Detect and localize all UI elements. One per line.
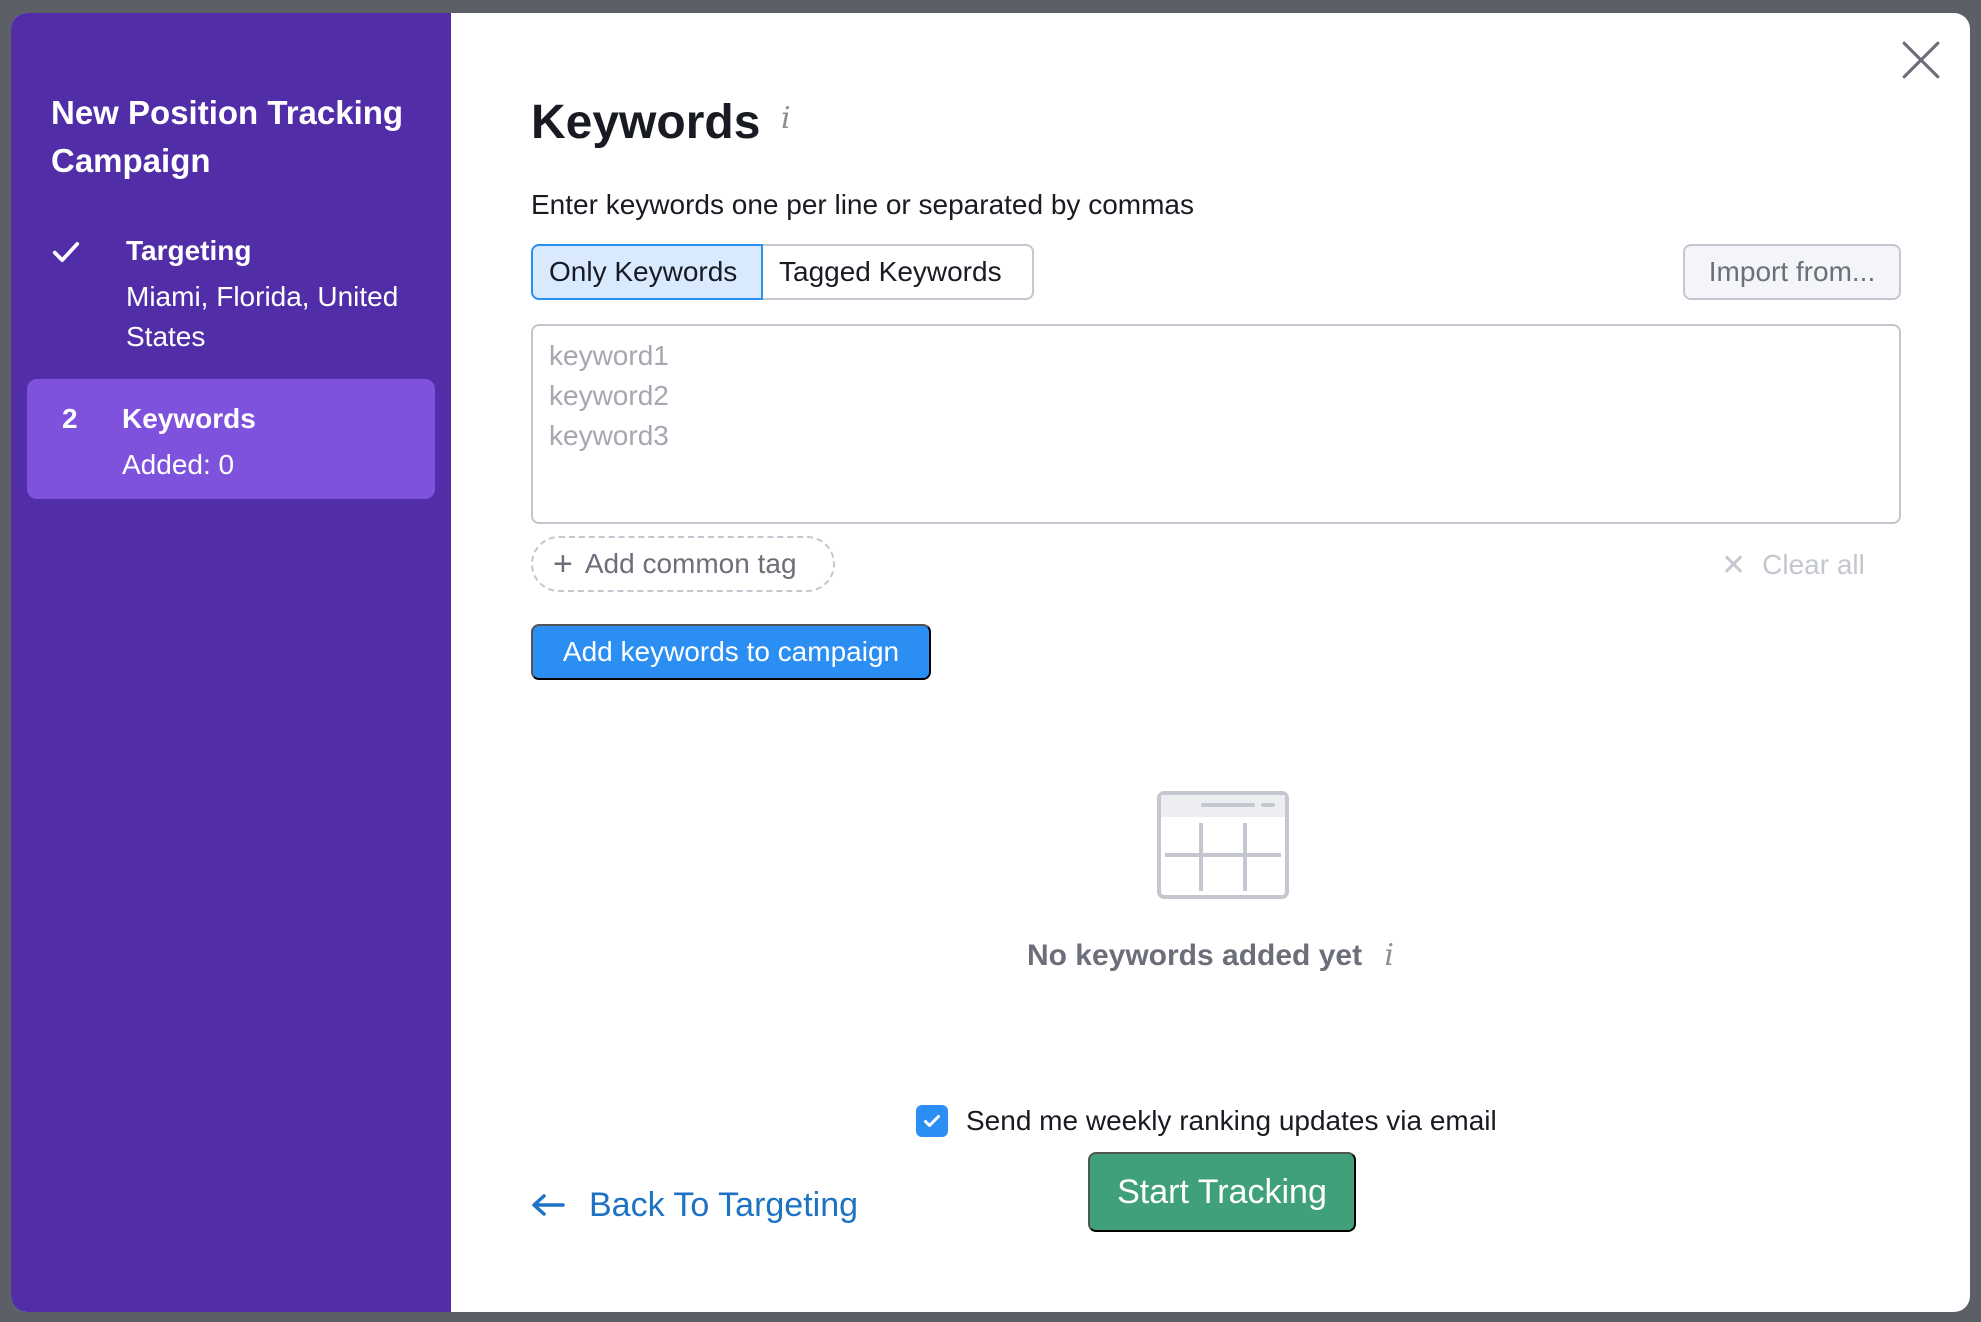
campaign-modal: New Position Tracking Campaign Targeting… — [11, 13, 1970, 1312]
checkmark-icon — [52, 242, 80, 262]
step-keywords[interactable]: 2 Keywords Added: 0 — [27, 379, 435, 499]
plus-icon: + — [553, 545, 573, 583]
step-number: 2 — [62, 403, 78, 434]
clear-all-button[interactable]: ✕ Clear all — [1721, 543, 1865, 587]
page-title: Keywords — [531, 96, 761, 149]
step-targeting-location: Miami, Florida, United States — [126, 281, 399, 352]
empty-state: No keywords added yet i — [451, 935, 1970, 977]
wizard-sidebar: New Position Tracking Campaign Targeting… — [11, 13, 451, 1312]
step-keywords-count: Added: 0 — [122, 449, 235, 480]
tab-only-keywords[interactable]: Only Keywords — [531, 244, 763, 300]
empty-state-text: No keywords added yet — [1026, 939, 1363, 972]
empty-table-icon — [1157, 791, 1289, 899]
add-common-tag-label: Add common tag — [584, 548, 797, 579]
tab-tagged-keywords[interactable]: Tagged Keywords — [763, 244, 1034, 300]
clear-all-label: Clear all — [1762, 549, 1865, 580]
clear-icon: ✕ — [1721, 548, 1747, 582]
info-icon[interactable]: i — [781, 101, 791, 136]
sidebar-title: New Position Tracking Campaign — [51, 94, 404, 179]
empty-info-icon[interactable]: i — [1384, 938, 1394, 973]
keywords-panel: Keywords i Enter keywords one per line o… — [451, 13, 1970, 1312]
import-button[interactable]: Import from... — [1683, 244, 1901, 300]
add-keywords-button[interactable]: Add keywords to campaign — [531, 624, 931, 680]
email-updates-option: Send me weekly ranking updates via email — [916, 1101, 1497, 1141]
checkbox-check-icon — [924, 1115, 940, 1127]
step-targeting-label: Targeting — [126, 235, 252, 266]
step-keywords-label: Keywords — [122, 403, 256, 434]
email-updates-label[interactable]: Send me weekly ranking updates via email — [966, 1105, 1497, 1137]
close-icon[interactable] — [1900, 39, 1942, 81]
instructions-text: Enter keywords one per line or separated… — [531, 189, 1194, 220]
keywords-input[interactable] — [531, 324, 1901, 524]
back-to-targeting-label: Back To Targeting — [589, 1185, 859, 1224]
keyword-mode-toggle: Only Keywords Tagged Keywords — [531, 244, 1034, 300]
email-updates-checkbox[interactable] — [916, 1105, 948, 1137]
back-to-targeting-button[interactable]: Back To Targeting — [531, 1165, 858, 1245]
arrow-left-icon — [532, 1194, 565, 1216]
add-common-tag-button[interactable]: + Add common tag — [531, 536, 835, 592]
start-tracking-button[interactable]: Start Tracking — [1088, 1152, 1356, 1232]
